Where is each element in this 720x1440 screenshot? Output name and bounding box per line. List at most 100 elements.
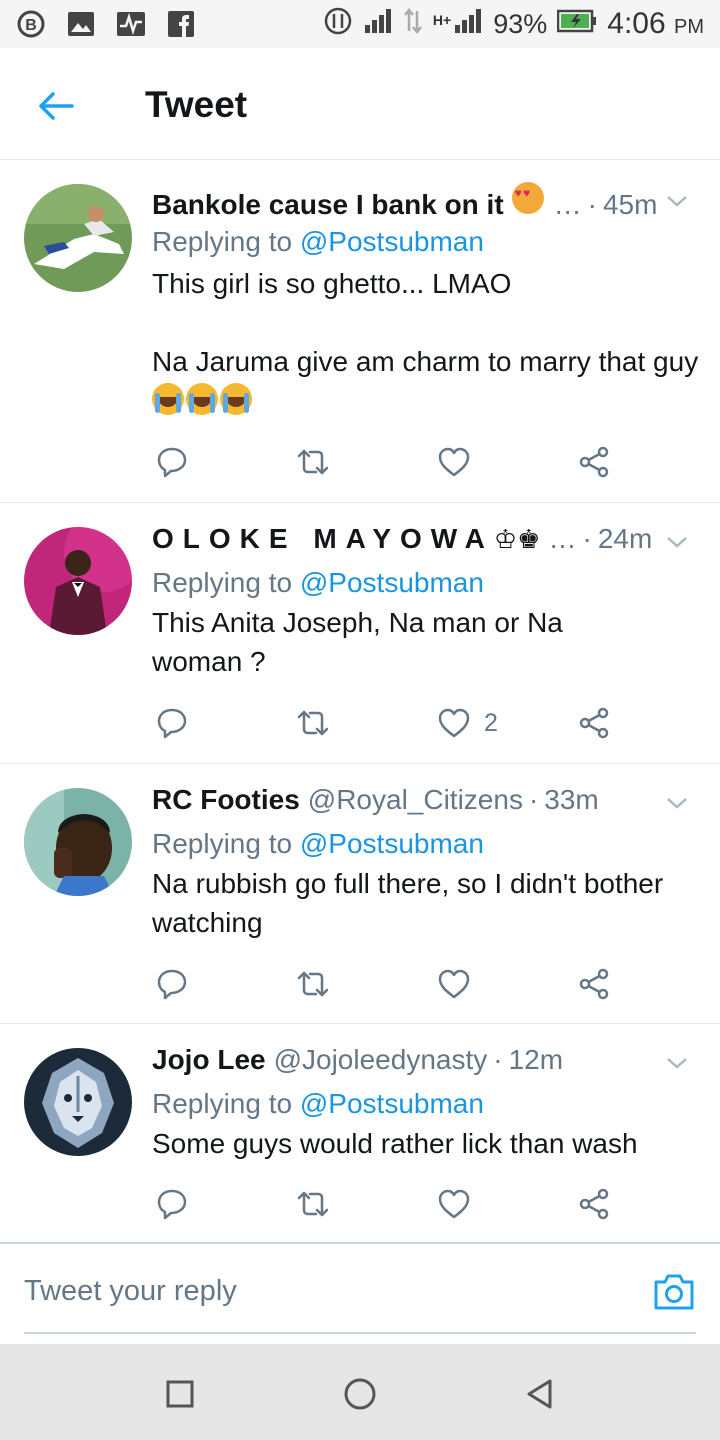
reply-button[interactable] — [156, 701, 188, 745]
timestamp[interactable]: 24m — [598, 523, 652, 555]
recents-button[interactable] — [160, 1374, 200, 1414]
separator-dot: · — [493, 1044, 503, 1075]
mention-link[interactable]: @Postsubman — [300, 567, 484, 598]
display-name[interactable]: Jojo Lee — [152, 1044, 266, 1076]
tweet-actions: 2 — [152, 701, 632, 745]
signal-icon — [453, 7, 483, 42]
heart-icon — [438, 969, 470, 999]
data-arrows-icon — [403, 7, 423, 42]
avatar[interactable] — [24, 788, 132, 896]
share-icon — [579, 446, 609, 478]
tweet-text: Na rubbish go full there, so I didn't bo… — [152, 868, 671, 938]
b-badge-icon: B — [16, 9, 46, 39]
replying-to: Replying to @Postsubman — [152, 567, 484, 598]
handle[interactable]: … — [549, 523, 577, 555]
crying-emoji — [186, 383, 218, 415]
image-icon — [66, 9, 96, 39]
retweet-button[interactable] — [296, 962, 330, 1006]
reply-composer: Tweet your reply — [0, 1244, 720, 1344]
reply-icon — [157, 708, 187, 739]
signal-icon — [363, 7, 393, 42]
retweet-icon — [297, 710, 329, 736]
tweet-text: This girl is so ghetto... LMAO Na Jaruma… — [152, 264, 700, 420]
share-button[interactable] — [578, 962, 610, 1006]
heart-icon — [438, 447, 470, 477]
like-button[interactable] — [438, 440, 484, 484]
timestamp[interactable]: 33m — [544, 784, 598, 816]
retweet-icon — [297, 971, 329, 997]
tweet-actions — [152, 962, 632, 1006]
tweet[interactable]: Jojo Lee @Jojoleedynasty · 12m Replying … — [0, 1024, 720, 1244]
tweet-actions — [152, 1182, 632, 1226]
reply-input[interactable]: Tweet your reply — [24, 1244, 696, 1334]
retweet-button[interactable] — [296, 701, 330, 745]
chess-king-icon: ♔♚ — [493, 524, 541, 554]
chevron-down-icon[interactable] — [662, 527, 692, 557]
avatar[interactable] — [24, 184, 132, 292]
tweet-actions — [152, 440, 632, 484]
tweet[interactable]: RC Footies @Royal_Citizens · 33m Replyin… — [0, 764, 720, 1024]
heart-eyes-cat-emoji — [511, 182, 544, 214]
like-button[interactable]: 2 — [438, 701, 498, 745]
retweet-button[interactable] — [296, 1182, 330, 1226]
handle[interactable]: … — [554, 189, 582, 221]
like-button[interactable] — [438, 1182, 484, 1226]
display-name[interactable]: OLOKE MAYOWA — [152, 523, 494, 555]
battery-percent: 93% — [493, 8, 548, 39]
square-icon — [166, 1380, 194, 1408]
mention-link[interactable]: @Postsubman — [300, 226, 484, 257]
mention-link[interactable]: @Postsubman — [300, 1088, 484, 1119]
clock: 4:06 PM — [607, 7, 704, 40]
status-bar: B H+ 93% 4:06 PM — [0, 0, 720, 48]
like-button[interactable] — [438, 962, 484, 1006]
share-icon — [579, 968, 609, 1000]
back-arrow-icon — [39, 92, 74, 120]
chevron-down-icon[interactable] — [662, 186, 692, 216]
tweet[interactable]: Bankole cause I bank on it … · 45m Reply… — [0, 160, 720, 503]
pulse-icon — [116, 9, 146, 39]
heart-icon — [438, 1189, 470, 1219]
display-name[interactable]: RC Footies — [152, 784, 300, 816]
replying-to: Replying to @Postsubman — [152, 1088, 484, 1119]
handle[interactable]: @Royal_Citizens — [308, 784, 523, 816]
share-button[interactable] — [578, 1182, 610, 1226]
back-button[interactable] — [30, 80, 82, 132]
tweet[interactable]: OLOKE MAYOWA ♔♚ … · 24m Replying to @Pos… — [0, 503, 720, 764]
crying-emoji — [220, 383, 252, 415]
handle[interactable]: @Jojoleedynasty — [274, 1044, 488, 1076]
tweet-text: Some guys would rather lick than wash — [152, 1128, 638, 1159]
page-title: Tweet — [145, 84, 248, 125]
system-nav-bar — [0, 1344, 720, 1440]
facebook-icon — [166, 9, 196, 39]
share-button[interactable] — [578, 701, 610, 745]
circle-icon — [344, 1378, 376, 1410]
chevron-down-icon[interactable] — [662, 788, 692, 818]
separator-dot: · — [582, 523, 592, 554]
heart-icon — [438, 708, 470, 738]
reply-button[interactable] — [156, 440, 188, 484]
mention-link[interactable]: @Postsubman — [300, 828, 484, 859]
camera-icon[interactable] — [652, 1272, 696, 1312]
timestamp[interactable]: 45m — [603, 189, 657, 221]
reply-button[interactable] — [156, 1182, 188, 1226]
app-header: Tweet — [0, 48, 720, 160]
data-icon — [323, 6, 353, 43]
tweet-text: This Anita Joseph, Na man or Na woman ? — [152, 607, 571, 677]
retweet-icon — [297, 1191, 329, 1217]
retweet-button[interactable] — [296, 440, 330, 484]
timestamp[interactable]: 12m — [509, 1044, 563, 1076]
chevron-down-icon[interactable] — [662, 1048, 692, 1078]
replying-to: Replying to @Postsubman — [152, 226, 484, 257]
avatar[interactable] — [24, 1048, 132, 1156]
reply-button[interactable] — [156, 962, 188, 1006]
avatar[interactable] — [24, 527, 132, 635]
back-nav-button[interactable] — [520, 1374, 560, 1414]
reply-icon — [157, 447, 187, 478]
home-button[interactable] — [340, 1374, 380, 1414]
share-button[interactable] — [578, 440, 610, 484]
replying-to: Replying to @Postsubman — [152, 828, 484, 859]
display-name[interactable]: Bankole cause I bank on it — [152, 189, 504, 221]
network-type: H+ — [432, 11, 452, 28]
like-count: 2 — [484, 708, 498, 737]
separator-dot: · — [587, 189, 597, 220]
